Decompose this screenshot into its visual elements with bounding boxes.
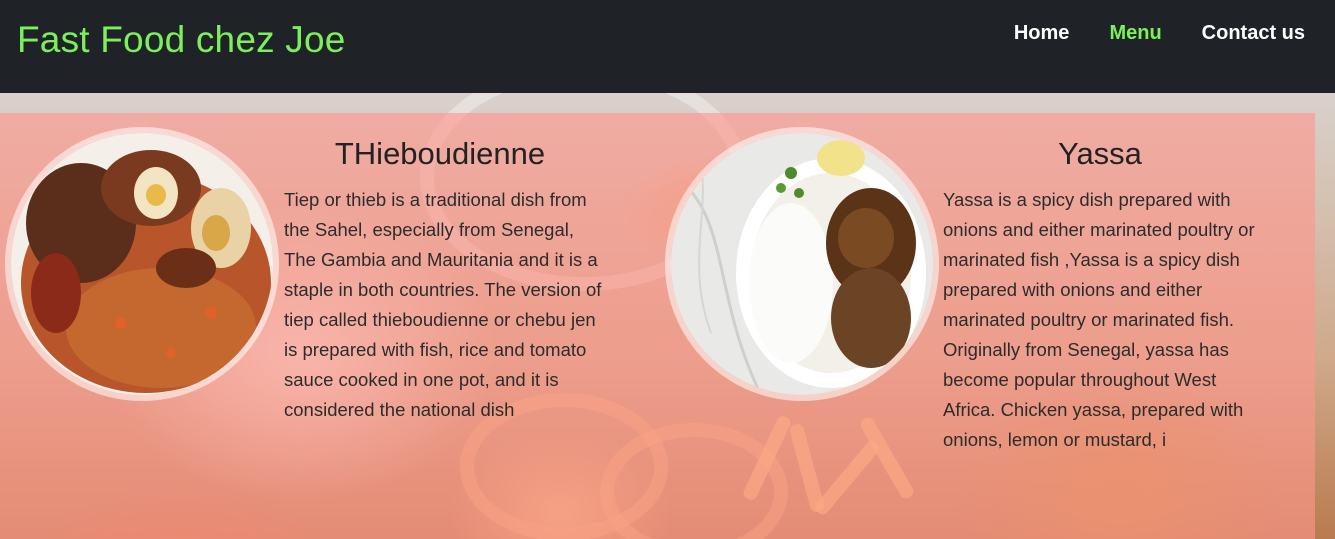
dish-title: Yassa (1058, 136, 1142, 171)
yassa-photo (671, 133, 933, 395)
nav-home-link[interactable]: Home (1014, 22, 1070, 45)
nav-contact-link[interactable]: Contact us (1202, 22, 1305, 45)
brand-title[interactable]: Fast Food chez Joe (17, 19, 346, 61)
thieboudienne-photo (11, 133, 273, 395)
navbar: Fast Food chez Joe Home Menu Contact us (0, 0, 1335, 93)
nav-menu-link[interactable]: Menu (1109, 22, 1161, 45)
nav-menu: Home Menu Contact us (1014, 22, 1305, 45)
dish-description: Yassa is a spicy dish prepared with onio… (943, 189, 1255, 450)
dish-description: Tiep or thieb is a traditional dish from… (284, 189, 602, 420)
dish-title: THieboudienne (334, 136, 546, 171)
